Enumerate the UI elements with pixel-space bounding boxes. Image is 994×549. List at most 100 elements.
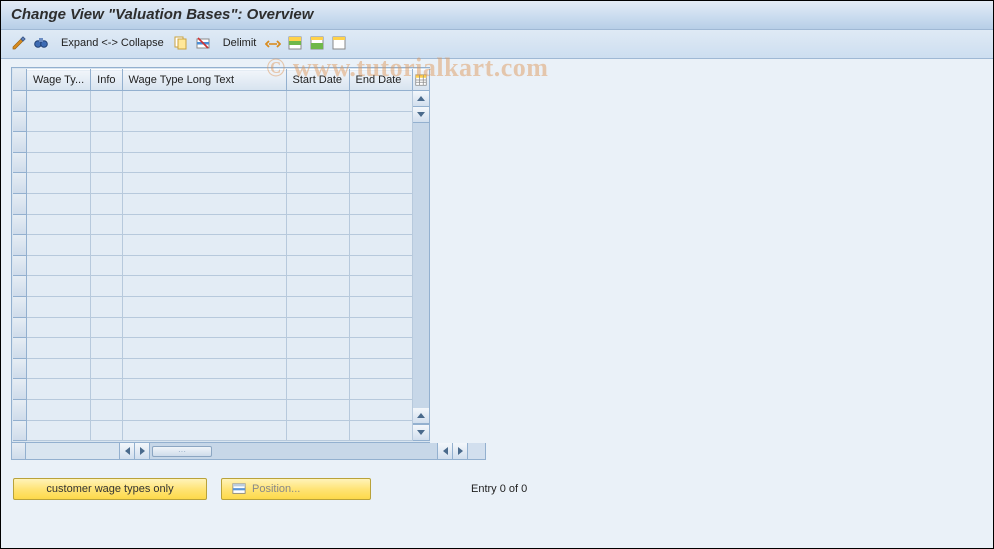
scroll-right-button[interactable]	[135, 443, 150, 459]
row-selector[interactable]	[13, 194, 27, 215]
row-selector[interactable]	[13, 153, 27, 174]
col-header-wage-type[interactable]: Wage Ty...	[27, 70, 91, 91]
table-row[interactable]	[27, 152, 412, 173]
pencil-glasses-icon	[11, 35, 27, 51]
undo-button[interactable]	[265, 35, 281, 51]
table-row[interactable]	[27, 276, 412, 297]
scroll-thumb-h[interactable]: ···	[152, 446, 212, 457]
title-bar: Change View "Valuation Bases": Overview	[1, 1, 993, 30]
row-selector[interactable]	[13, 256, 27, 277]
delimit-button[interactable]: Delimit	[217, 35, 260, 51]
row-selector[interactable]	[13, 400, 27, 421]
scroll-down-button[interactable]	[413, 107, 429, 123]
table-row[interactable]	[27, 358, 412, 379]
position-icon	[232, 482, 246, 496]
col-header-long-text[interactable]: Wage Type Long Text	[122, 70, 286, 91]
customer-wage-types-label: customer wage types only	[46, 483, 173, 495]
expand-collapse-label: Expand <-> Collapse	[58, 35, 167, 51]
select-all-button[interactable]	[287, 35, 303, 51]
selector-header	[13, 69, 27, 91]
vertical-scrollbar	[413, 69, 430, 441]
col-header-info[interactable]: Info	[91, 70, 122, 91]
row-selector[interactable]	[13, 338, 27, 359]
table-row[interactable]	[27, 338, 412, 359]
row-selector[interactable]	[13, 235, 27, 256]
select-block-button[interactable]	[309, 35, 325, 51]
table-row[interactable]	[27, 193, 412, 214]
find-button[interactable]	[33, 35, 49, 51]
scroll-up-button-2[interactable]	[413, 408, 429, 424]
col-header-end-date[interactable]: End Date	[349, 70, 412, 91]
select-block-icon	[309, 35, 325, 51]
work-area: Wage Ty... Info Wage Type Long Text Star…	[1, 59, 993, 508]
row-selector[interactable]	[13, 215, 27, 236]
table-row[interactable]	[27, 214, 412, 235]
scroll-down-button-2[interactable]	[413, 424, 429, 440]
table-row[interactable]	[27, 132, 412, 153]
delete-button[interactable]	[195, 35, 211, 51]
table-row[interactable]	[27, 111, 412, 132]
table-row[interactable]	[27, 317, 412, 338]
hsb-spacer	[12, 443, 26, 459]
chevron-left-icon	[443, 447, 448, 455]
position-label: Position...	[252, 483, 300, 495]
chevron-right-icon	[140, 447, 145, 455]
copy-icon	[173, 35, 189, 51]
row-selector[interactable]	[13, 173, 27, 194]
delete-row-icon	[195, 35, 211, 51]
page-title: Change View "Valuation Bases": Overview	[11, 6, 983, 23]
scroll-right-button-2[interactable]	[453, 443, 468, 459]
select-all-icon	[287, 35, 303, 51]
customer-wage-types-button[interactable]: customer wage types only	[13, 478, 207, 500]
row-selector[interactable]	[13, 318, 27, 339]
scroll-track-v[interactable]	[413, 123, 429, 408]
scroll-left-button[interactable]	[120, 443, 135, 459]
table-row[interactable]	[27, 296, 412, 317]
table-row[interactable]	[27, 420, 412, 441]
grid-container: Wage Ty... Info Wage Type Long Text Star…	[11, 67, 430, 443]
row-selector[interactable]	[13, 359, 27, 380]
col-header-start-date[interactable]: Start Date	[286, 70, 349, 91]
entry-count-text: Entry 0 of 0	[471, 483, 527, 495]
data-table: Wage Ty... Info Wage Type Long Text Star…	[27, 69, 413, 441]
deselect-all-button[interactable]	[331, 35, 347, 51]
footer-row: customer wage types only Position... Ent…	[11, 478, 983, 500]
expand-collapse-button[interactable]: Expand <-> Collapse	[55, 35, 167, 51]
hsb-corner	[468, 443, 485, 459]
row-selector-column	[13, 69, 27, 441]
row-selector[interactable]	[13, 421, 27, 442]
scroll-left-button-2[interactable]	[438, 443, 453, 459]
row-selector[interactable]	[13, 112, 27, 133]
row-selector[interactable]	[13, 276, 27, 297]
delimit-label: Delimit	[220, 35, 260, 51]
change-display-toggle-button[interactable]	[11, 35, 27, 51]
table-settings-icon	[415, 74, 427, 86]
chevron-up-icon	[417, 413, 425, 418]
chevron-up-icon	[417, 96, 425, 101]
table-row[interactable]	[27, 255, 412, 276]
table-row[interactable]	[27, 235, 412, 256]
table-row[interactable]	[27, 379, 412, 400]
table-row[interactable]	[27, 399, 412, 420]
chevron-down-icon	[417, 430, 425, 435]
chevron-right-icon	[458, 447, 463, 455]
scroll-track-h[interactable]: ···	[150, 443, 438, 459]
deselect-all-icon	[331, 35, 347, 51]
chevron-down-icon	[417, 112, 425, 117]
scroll-up-button[interactable]	[413, 91, 429, 107]
row-selector[interactable]	[13, 379, 27, 400]
row-selector[interactable]	[13, 132, 27, 153]
table-row[interactable]	[27, 173, 412, 194]
chevron-left-icon	[125, 447, 130, 455]
row-selector[interactable]	[13, 91, 27, 112]
table-settings-button[interactable]	[413, 69, 429, 91]
hsb-fixed-region	[26, 443, 120, 459]
undo-arrows-icon	[265, 35, 281, 51]
table-row[interactable]	[27, 91, 412, 112]
position-button[interactable]: Position...	[221, 478, 371, 500]
copy-button[interactable]	[173, 35, 189, 51]
row-selector[interactable]	[13, 297, 27, 318]
application-toolbar: Expand <-> Collapse Delimit	[1, 30, 993, 59]
horizontal-scrollbar: ···	[11, 443, 486, 460]
binoculars-icon	[33, 35, 49, 51]
